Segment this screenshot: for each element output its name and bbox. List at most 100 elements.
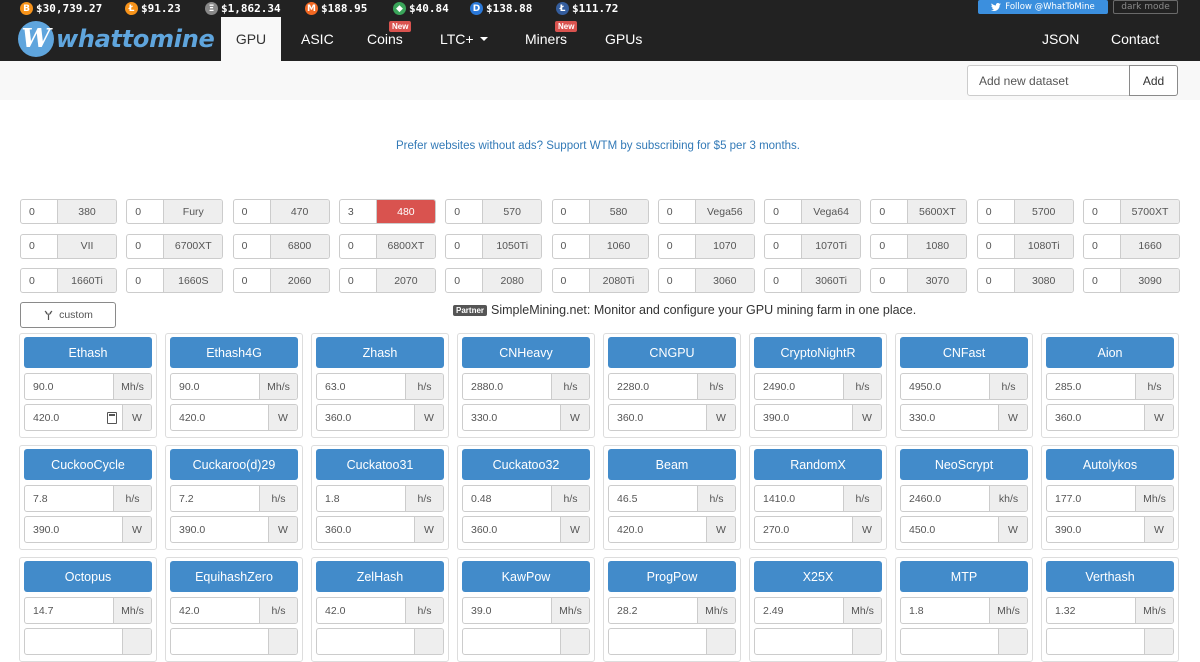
hashrate-field[interactable]: 46.5 h/s xyxy=(608,485,736,512)
power-input[interactable]: 360.0 xyxy=(317,405,415,430)
gpu-selector[interactable]: 0 3070 xyxy=(870,268,968,293)
hashrate-field[interactable]: 2460.0 kh/s xyxy=(900,485,1028,512)
gpu-model-toggle[interactable]: Vega64 xyxy=(802,200,861,223)
gpu-selector[interactable]: 0 1660Ti xyxy=(20,268,117,293)
gpu-selector[interactable]: 0 1050Ti xyxy=(445,233,543,259)
algorithm-toggle-button[interactable]: Verthash xyxy=(1046,561,1174,592)
hashrate-field[interactable]: 1.8 Mh/s xyxy=(900,597,1028,624)
gpu-model-toggle[interactable]: 6800XT xyxy=(376,234,435,258)
power-input[interactable]: 360.0 xyxy=(463,517,561,542)
hashrate-field[interactable]: 2.49 Mh/s xyxy=(754,597,882,624)
hashrate-input[interactable]: 2.49 xyxy=(755,598,844,623)
ticker-item[interactable]: Ξ $1,862.34 xyxy=(205,0,281,17)
gpu-model-toggle[interactable]: 570 xyxy=(483,200,542,223)
gpu-count-input[interactable]: 0 xyxy=(871,200,909,223)
gpu-model-toggle[interactable]: 5700 xyxy=(1014,200,1073,223)
gpu-count-input[interactable]: 0 xyxy=(1084,269,1121,292)
gpu-count-input[interactable]: 0 xyxy=(871,269,909,292)
hashrate-input[interactable]: 1.8 xyxy=(901,598,990,623)
hashrate-field[interactable]: 177.0 Mh/s xyxy=(1046,485,1174,512)
power-input[interactable]: 390.0 xyxy=(1047,517,1145,542)
power-field[interactable]: 330.0 W xyxy=(900,404,1028,431)
algorithm-toggle-button[interactable]: CNFast xyxy=(900,337,1028,368)
power-input[interactable]: 450.0 xyxy=(901,517,999,542)
hashrate-field[interactable]: 4950.0 h/s xyxy=(900,373,1028,400)
gpu-selector[interactable]: 3 480 xyxy=(338,199,436,224)
dataset-input[interactable]: Add new dataset xyxy=(967,65,1130,96)
gpu-model-toggle[interactable]: VII xyxy=(58,234,116,258)
gpu-model-toggle[interactable]: 580 xyxy=(589,200,648,223)
gpu-model-toggle[interactable]: Vega56 xyxy=(695,200,754,223)
power-input[interactable]: 330.0 xyxy=(901,405,999,430)
gpu-model-toggle[interactable]: 2080Ti xyxy=(589,269,648,292)
gpu-count-input[interactable]: 0 xyxy=(21,200,58,223)
hashrate-input[interactable]: 28.2 xyxy=(609,598,698,623)
algorithm-toggle-button[interactable]: CryptoNightR xyxy=(754,337,882,368)
hashrate-field[interactable]: 14.7 Mh/s xyxy=(24,597,152,624)
power-field[interactable]: 360.0 W xyxy=(1046,404,1174,431)
ticker-item[interactable]: Ł $91.23 xyxy=(125,0,181,17)
gpu-count-input[interactable]: 0 xyxy=(1084,234,1121,258)
power-field[interactable]: 420.0 W xyxy=(608,516,736,543)
power-field[interactable]: 360.0 W xyxy=(608,404,736,431)
algorithm-toggle-button[interactable]: CuckooCycle xyxy=(24,449,152,480)
algorithm-toggle-button[interactable]: Ethash4G xyxy=(170,337,298,368)
gpu-selector[interactable]: 0 5700 xyxy=(976,199,1074,224)
algorithm-toggle-button[interactable]: Cuckatoo31 xyxy=(316,449,444,480)
power-field[interactable]: 360.0 W xyxy=(316,404,444,431)
power-input[interactable] xyxy=(317,629,415,654)
algorithm-toggle-button[interactable]: ZelHash xyxy=(316,561,444,592)
gpu-count-input[interactable]: 0 xyxy=(765,200,803,223)
gpu-model-toggle[interactable]: 3090 xyxy=(1121,269,1179,292)
add-dataset-button[interactable]: Add xyxy=(1129,65,1178,96)
gpu-count-input[interactable]: 0 xyxy=(765,234,803,258)
algorithm-toggle-button[interactable]: KawPow xyxy=(462,561,590,592)
nav-coins[interactable]: Coins New xyxy=(367,17,412,61)
promo-link[interactable]: Prefer websites without ads? Support WTM… xyxy=(0,140,1196,152)
hashrate-input[interactable]: 42.0 xyxy=(317,598,406,623)
power-input[interactable] xyxy=(463,629,561,654)
hashrate-input[interactable]: 0.48 xyxy=(463,486,552,511)
gpu-count-input[interactable]: 0 xyxy=(553,269,590,292)
gpu-model-toggle[interactable]: 1080 xyxy=(908,234,967,258)
gpu-model-toggle[interactable]: 5700XT xyxy=(1121,200,1179,223)
gpu-model-toggle[interactable]: 1080Ti xyxy=(1014,234,1073,258)
hashrate-field[interactable]: 39.0 Mh/s xyxy=(462,597,590,624)
gpu-selector[interactable]: 0 3060 xyxy=(657,268,755,293)
hashrate-field[interactable]: 28.2 Mh/s xyxy=(608,597,736,624)
ticker-item[interactable]: B $30,739.27 xyxy=(20,0,102,17)
hashrate-field[interactable]: 7.8 h/s xyxy=(24,485,152,512)
gpu-model-toggle[interactable]: 3070 xyxy=(908,269,967,292)
gpu-model-toggle[interactable]: 2070 xyxy=(376,269,435,292)
gpu-selector[interactable]: 0 2080Ti xyxy=(551,268,649,293)
gpu-count-input[interactable]: 0 xyxy=(127,234,165,258)
algorithm-toggle-button[interactable]: NeoScrypt xyxy=(900,449,1028,480)
hashrate-input[interactable]: 42.0 xyxy=(171,598,260,623)
hashrate-field[interactable]: 90.0 Mh/s xyxy=(170,373,298,400)
gpu-count-input[interactable]: 0 xyxy=(978,234,1015,258)
power-field[interactable]: 390.0 W xyxy=(1046,516,1174,543)
algorithm-toggle-button[interactable]: EquihashZero xyxy=(170,561,298,592)
gpu-count-input[interactable]: 0 xyxy=(765,269,803,292)
gpu-selector[interactable]: 0 1070 xyxy=(657,233,755,259)
hashrate-input[interactable]: 39.0 xyxy=(463,598,552,623)
gpu-count-input[interactable]: 0 xyxy=(1084,200,1121,223)
gpu-selector[interactable]: 0 580 xyxy=(551,199,649,224)
hashrate-input[interactable]: 7.8 xyxy=(25,486,114,511)
algorithm-toggle-button[interactable]: CNGPU xyxy=(608,337,736,368)
gpu-model-toggle[interactable]: 1050Ti xyxy=(483,234,542,258)
hashrate-input[interactable]: 90.0 xyxy=(25,374,114,399)
hashrate-input[interactable]: 1.8 xyxy=(317,486,406,511)
gpu-count-input[interactable]: 0 xyxy=(340,234,377,258)
hashrate-field[interactable]: 42.0 h/s xyxy=(316,597,444,624)
gpu-selector[interactable]: 0 2080 xyxy=(445,268,543,293)
hashrate-field[interactable]: 1410.0 h/s xyxy=(754,485,882,512)
hashrate-input[interactable]: 14.7 xyxy=(25,598,114,623)
gpu-model-toggle[interactable]: 1070 xyxy=(695,234,754,258)
gpu-model-toggle[interactable]: 6800 xyxy=(270,234,329,258)
gpu-count-input[interactable]: 0 xyxy=(553,234,590,258)
gpu-model-toggle[interactable]: 6700XT xyxy=(164,234,223,258)
power-field[interactable] xyxy=(1046,628,1174,655)
hashrate-input[interactable]: 2280.0 xyxy=(609,374,698,399)
power-field[interactable] xyxy=(24,628,152,655)
